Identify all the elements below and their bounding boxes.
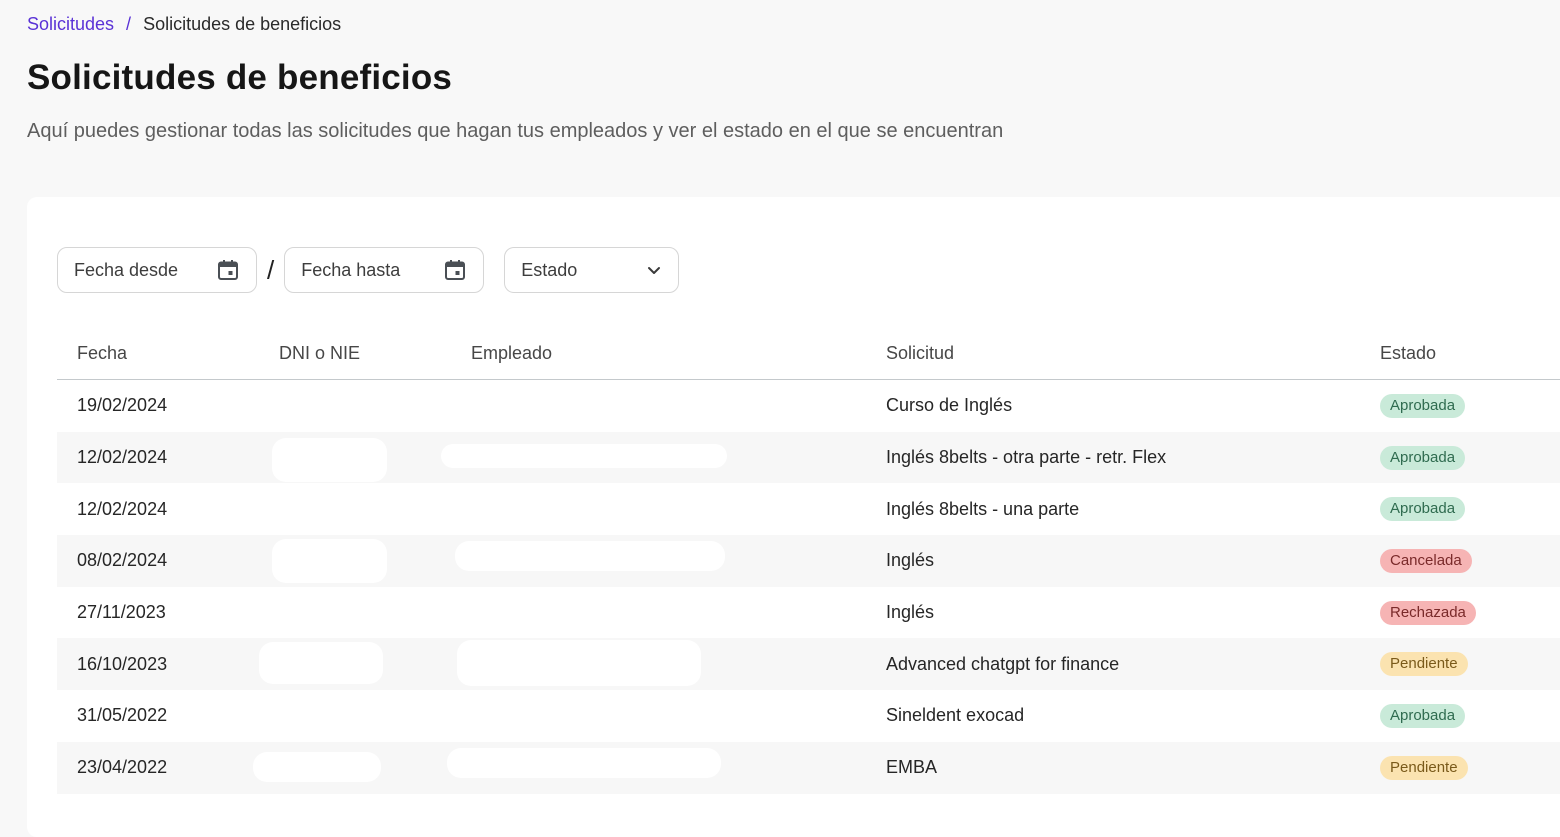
cell-solicitud: Inglés [886,550,935,571]
status-badge: Aprobada [1380,497,1466,522]
table-row[interactable]: 16/10/2023 Advanced chatgpt for finance Pe… [57,638,1560,691]
breadcrumb: Solicitudes / Solicitudes de beneficios [27,14,341,35]
cell-estado: Aprobada [1380,393,1466,418]
cell-solicitud: Advanced chatgpt for finance [886,653,1120,674]
status-select-placeholder: Estado [521,259,578,280]
table-row[interactable]: 23/04/2022 EMBA Pendiente [57,741,1560,794]
column-header-empleado[interactable]: Empleado [471,343,552,364]
breadcrumb-current: Solicitudes de beneficios [143,14,342,34]
cell-estado: Aprobada [1380,703,1466,728]
cell-estado: Pendiente [1380,652,1468,677]
breadcrumb-separator: / [126,14,132,34]
cell-fecha: 19/02/2024 [77,395,168,416]
status-badge: Pendiente [1380,652,1468,677]
cell-estado: Aprobada [1380,445,1466,470]
redaction-mask [272,539,387,584]
table-row[interactable]: 08/02/2024 Inglés Cancelada [57,535,1560,587]
status-badge: Aprobada [1380,703,1466,728]
table-row[interactable]: 19/02/2024 Curso de Inglés Aprobada [57,380,1560,432]
date-from-placeholder: Fecha desde [74,259,179,280]
cell-fecha: 27/11/2023 [77,602,166,623]
status-badge: Rechazada [1380,600,1476,625]
chevron-down-icon [648,267,661,274]
status-badge: Aprobada [1380,393,1466,418]
cell-solicitud: Inglés [886,602,935,623]
table-row[interactable]: 12/02/2024 Inglés 8belts - una parte Aprob… [57,483,1560,535]
cell-fecha: 12/02/2024 [77,447,168,468]
calendar-icon[interactable] [443,258,467,282]
redaction-mask [441,443,727,468]
cell-fecha: 08/02/2024 [77,550,168,571]
status-badge: Cancelada [1380,548,1472,573]
cell-estado: Cancelada [1380,548,1472,573]
redaction-mask [457,640,701,687]
date-range-separator: / [267,254,275,285]
page-title: Solicitudes de beneficios [27,58,453,97]
cell-solicitud: Inglés 8belts - otra parte - retr. Flex [886,447,1167,468]
status-badge: Pendiente [1380,755,1468,780]
requests-table: Fecha DNI o NIE Empleado Solicitud Estad… [57,327,1560,794]
table-body: 19/02/2024 Curso de Inglés Aprobada 12/02/2… [57,380,1560,794]
redaction-mask [272,437,387,482]
column-header-dni[interactable]: DNI o NIE [279,343,360,364]
redaction-mask [455,541,725,572]
column-header-fecha[interactable]: Fecha [77,343,127,364]
cell-estado: Aprobada [1380,497,1466,522]
redaction-mask [447,747,721,778]
cell-solicitud: Sineldent exocad [886,705,1025,726]
calendar-icon[interactable] [216,258,240,282]
filters-bar: Fecha desde / Fecha hasta Estado [57,247,680,293]
table-row[interactable]: 12/02/2024 Inglés 8belts - otra parte - r… [57,431,1560,484]
cell-fecha: 23/04/2022 [77,757,168,778]
column-header-estado[interactable]: Estado [1380,343,1436,364]
cell-solicitud: EMBA [886,757,938,778]
date-to-field[interactable]: Fecha hasta [284,247,485,293]
cell-estado: Pendiente [1380,755,1468,780]
cell-fecha: 16/10/2023 [77,653,168,674]
table-row[interactable]: 31/05/2022 Sineldent exocad Aprobada [57,690,1560,742]
requests-card: Fecha desde / Fecha hasta Estado Fecha D… [27,197,1560,837]
cell-estado: Rechazada [1380,600,1476,625]
cell-solicitud: Curso de Inglés [886,395,1013,416]
table-header: Fecha DNI o NIE Empleado Solicitud Estad… [57,327,1560,380]
redaction-mask [259,642,383,685]
cell-fecha: 31/05/2022 [77,705,168,726]
cell-solicitud: Inglés 8belts - una parte [886,498,1080,519]
column-header-solicitud[interactable]: Solicitud [886,343,954,364]
table-row[interactable]: 27/11/2023 Inglés Rechazada [57,587,1560,639]
cell-fecha: 12/02/2024 [77,498,168,519]
status-badge: Aprobada [1380,445,1466,470]
breadcrumb-link-solicitudes[interactable]: Solicitudes [27,14,114,35]
status-select[interactable]: Estado [504,247,680,293]
page-subtitle: Aquí puedes gestionar todas las solicitu… [27,120,1004,142]
redaction-mask [253,751,381,782]
date-to-placeholder: Fecha hasta [301,259,401,280]
date-from-field[interactable]: Fecha desde [57,247,257,293]
